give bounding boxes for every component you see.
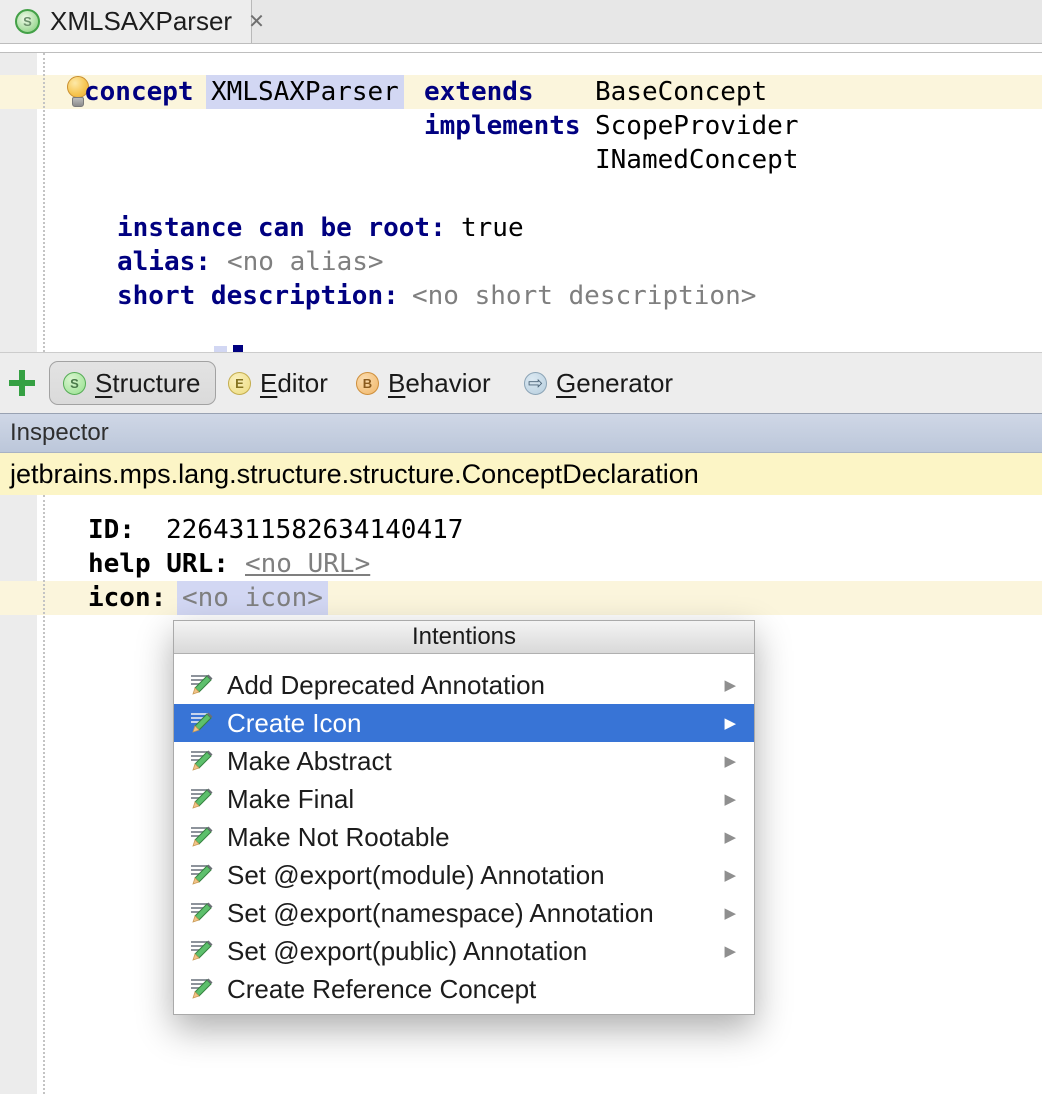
inspector-line-icon: icon: <no icon> [0, 581, 1042, 615]
short-description-value-cell[interactable]: <no short description> [412, 279, 756, 313]
intentions-popup: Intentions Add Deprecated Annotation ▶ [173, 620, 755, 1015]
help-url-value-cell[interactable]: <no URL> [245, 547, 370, 581]
inspector-line-help-url: help URL: <no URL> [0, 547, 1042, 581]
inspector-header: Inspector [0, 413, 1042, 453]
menu-item-set-export-namespace-annotation[interactable]: Set @export(namespace) Annotation ▶ [174, 894, 754, 932]
submenu-arrow-icon: ▶ [724, 752, 736, 770]
intention-pencil-icon [190, 787, 214, 811]
editor-tab-bar: S XMLSAXParser ✕ [0, 0, 1042, 44]
submenu-arrow-icon: ▶ [724, 828, 736, 846]
intention-pencil-icon [190, 901, 214, 925]
intention-pencil-icon [190, 939, 214, 963]
tab-editor-label: Editor [260, 368, 328, 399]
intention-pencil-icon [190, 711, 214, 735]
tab-generator[interactable]: ⇨ Generator [524, 353, 673, 413]
intention-pencil-icon [190, 863, 214, 887]
intentions-title-text: Intentions [412, 623, 516, 651]
menu-item-create-icon[interactable]: Create Icon ▶ [174, 704, 754, 742]
mps-window: S XMLSAXParser ✕ concept XMLSAXParser ex… [0, 0, 1042, 1094]
label-instance-can-be-root: instance can be root: [117, 211, 446, 245]
intention-pencil-icon [190, 977, 214, 1001]
alias-value-cell[interactable]: <no alias> [227, 245, 384, 279]
tab-editor[interactable]: E Editor [228, 353, 328, 413]
structure-aspect-icon: S [15, 9, 40, 34]
code-line-root: instance can be root: true [0, 211, 1042, 245]
submenu-arrow-icon: ▶ [724, 904, 736, 922]
implements-value-cell[interactable]: ScopeProvider [595, 109, 799, 143]
label-icon: icon: [88, 581, 166, 615]
inspector-context-band: jetbrains.mps.lang.structure.structure.C… [0, 453, 1042, 495]
submenu-arrow-icon: ▶ [724, 790, 736, 808]
menu-item-add-deprecated-annotation[interactable]: Add Deprecated Annotation ▶ [174, 666, 754, 704]
concept-editor: concept XMLSAXParser extends BaseConcept… [0, 53, 1042, 352]
icon-value-cell[interactable]: <no icon> [177, 581, 328, 615]
keyword-extends: extends [424, 75, 534, 109]
menu-item-create-reference-concept[interactable]: Create Reference Concept [174, 970, 754, 1008]
code-line-implements-2: INamedConcept [0, 143, 1042, 177]
id-value: 2264311582634140417 [166, 513, 463, 547]
editor-top-separator [0, 44, 1042, 53]
submenu-arrow-icon: ▶ [724, 714, 736, 732]
editor-tab-title: XMLSAXParser [50, 6, 232, 37]
label-alias: alias: [117, 245, 211, 279]
menu-item-set-export-module-annotation[interactable]: Set @export(module) Annotation ▶ [174, 856, 754, 894]
intention-pencil-icon [190, 749, 214, 773]
submenu-arrow-icon: ▶ [724, 676, 736, 694]
submenu-arrow-icon: ▶ [724, 942, 736, 960]
intentions-popup-title: Intentions [174, 621, 754, 654]
clipped-code-fragment [233, 345, 243, 352]
intentions-list: Add Deprecated Annotation ▶ Create Icon … [174, 654, 754, 1008]
behavior-aspect-icon: B [356, 372, 379, 395]
tab-generator-label: Generator [556, 368, 673, 399]
menu-item-make-abstract[interactable]: Make Abstract ▶ [174, 742, 754, 780]
editor-aspect-icon: E [228, 372, 251, 395]
menu-item-set-export-public-annotation[interactable]: Set @export(public) Annotation ▶ [174, 932, 754, 970]
intention-pencil-icon [190, 673, 214, 697]
root-value-cell[interactable]: true [461, 211, 524, 245]
code-line-implements: implements ScopeProvider [0, 109, 1042, 143]
label-short-description: short description: [117, 279, 399, 313]
add-aspect-button[interactable] [9, 370, 35, 396]
implements-value-cell-2[interactable]: INamedConcept [595, 143, 799, 177]
label-id: ID: [88, 513, 135, 547]
tab-structure-label: Structure [95, 368, 201, 399]
intention-pencil-icon [190, 825, 214, 849]
code-line-alias: alias: <no alias> [0, 245, 1042, 279]
keyword-implements: implements [424, 109, 581, 143]
editor-tab-xmlsaxparser[interactable]: S XMLSAXParser ✕ [0, 0, 252, 43]
menu-item-make-final[interactable]: Make Final ▶ [174, 780, 754, 818]
menu-item-make-not-rootable[interactable]: Make Not Rootable ▶ [174, 818, 754, 856]
close-tab-icon[interactable]: ✕ [248, 12, 265, 32]
tab-behavior-label: Behavior [388, 368, 491, 399]
generator-aspect-icon: ⇨ [524, 372, 547, 395]
structure-aspect-icon: S [63, 372, 86, 395]
code-line-concept: concept XMLSAXParser extends BaseConcept [0, 75, 1042, 109]
concept-name-cell[interactable]: XMLSAXParser [206, 75, 404, 109]
tab-behavior[interactable]: B Behavior [356, 353, 491, 413]
code-line-short-description: short description: <no short description… [0, 279, 1042, 313]
submenu-arrow-icon: ▶ [724, 866, 736, 884]
keyword-concept: concept [84, 75, 194, 109]
extends-value-cell[interactable]: BaseConcept [595, 75, 767, 109]
concept-declaration-path: jetbrains.mps.lang.structure.structure.C… [10, 459, 699, 490]
aspect-tab-strip: S Structure E Editor B Behavior ⇨ Genera… [0, 352, 1042, 413]
inspector-title: Inspector [10, 419, 109, 447]
label-help-url: help URL: [88, 547, 229, 581]
inspector-line-id: ID: 2264311582634140417 [0, 513, 1042, 547]
tab-structure[interactable]: S Structure [49, 361, 216, 405]
